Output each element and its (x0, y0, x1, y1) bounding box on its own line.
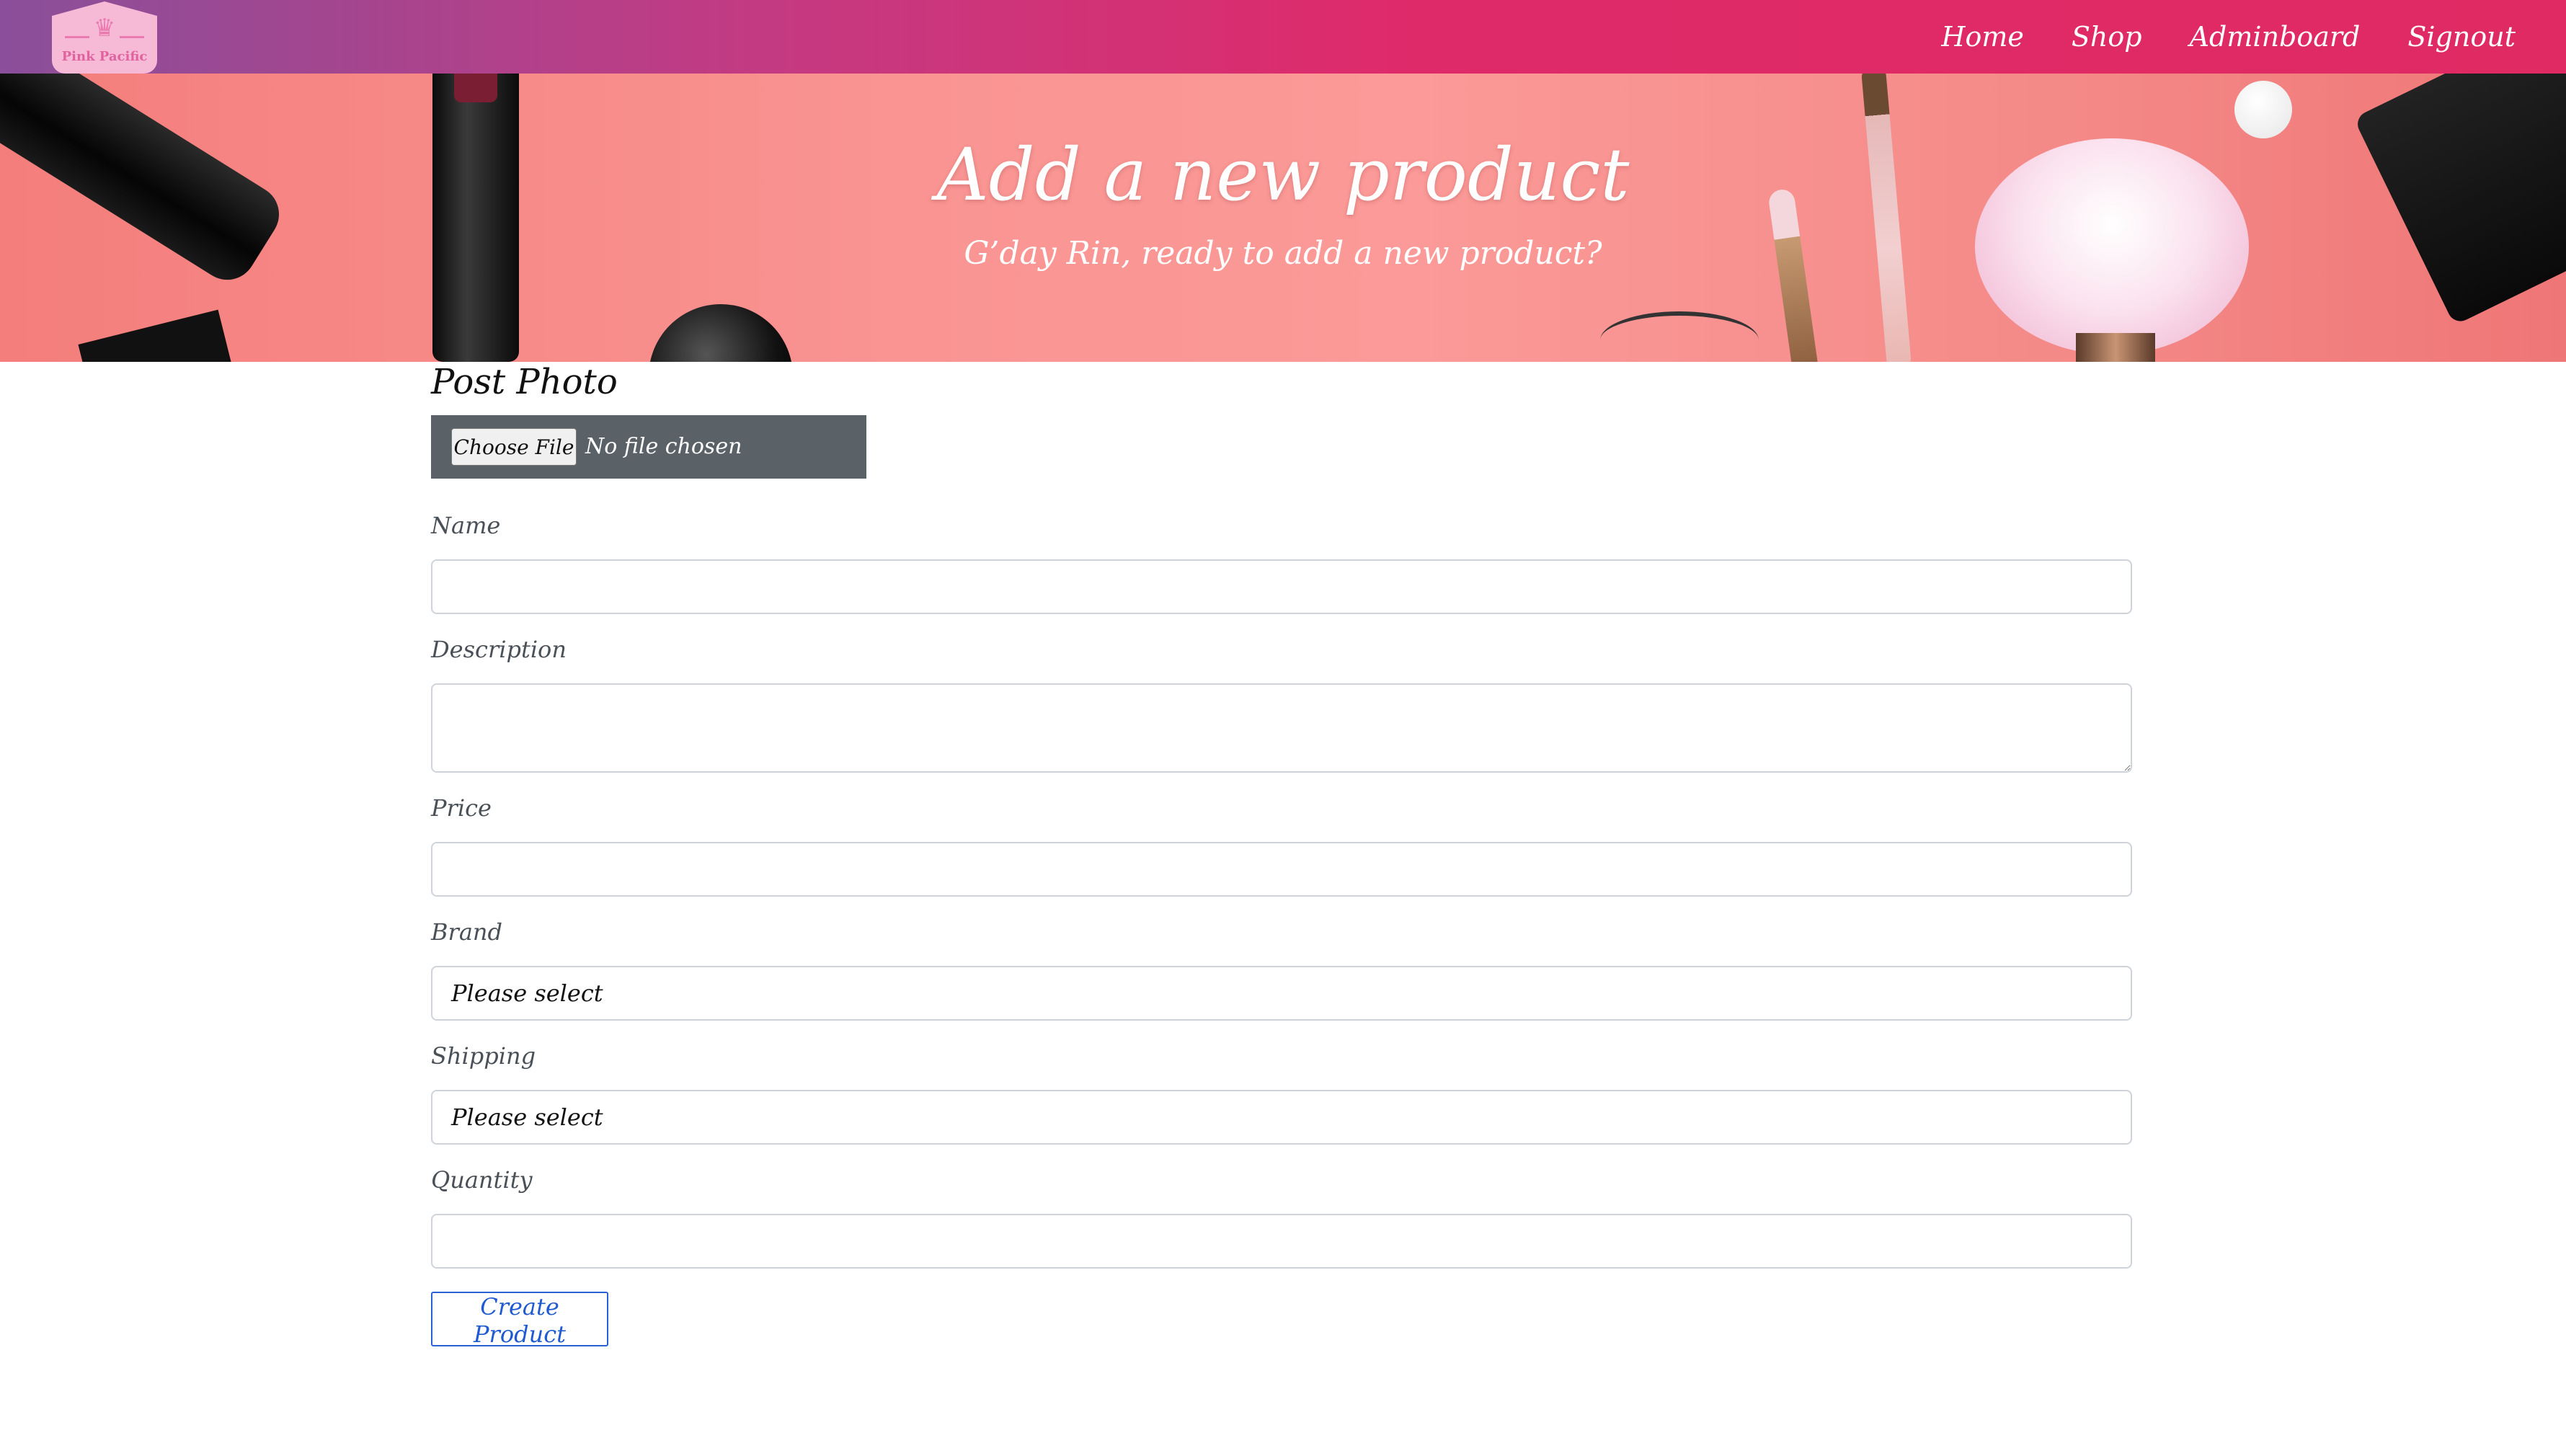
nav-link-adminboard[interactable]: Adminboard (2190, 21, 2361, 53)
brand-label: Brand (431, 918, 502, 946)
hero-banner: Add a new product G’day Rin, ready to ad… (0, 74, 2566, 362)
choose-file-button[interactable]: Choose File (451, 428, 577, 466)
page-subtitle: G’day Rin, ready to add a new product? (964, 235, 1602, 272)
lipstick-tube-image (432, 74, 519, 362)
brand-select[interactable]: Please select (431, 966, 2132, 1021)
navbar: ♛ Pink Pacific Home Shop Adminboard Sign… (0, 0, 2566, 74)
eyelash-image (1600, 311, 1759, 362)
shipping-select-value: Please select (451, 1104, 603, 1131)
crown-icon: ♛ (93, 14, 116, 43)
quantity-label: Quantity (431, 1166, 533, 1194)
sponge-applicator-image (2234, 81, 2292, 138)
create-product-button[interactable]: Create Product (431, 1292, 608, 1348)
compact-image (78, 309, 239, 362)
post-photo-heading: Post Photo (431, 362, 618, 402)
description-label: Description (431, 636, 567, 663)
shipping-select[interactable]: Please select (431, 1090, 2132, 1145)
description-textarea[interactable] (431, 683, 2132, 773)
shipping-label: Shipping (431, 1042, 536, 1070)
brand-select-value: Please select (451, 980, 603, 1007)
nav-link-home[interactable]: Home (1941, 21, 2024, 53)
logo-dash-left (65, 36, 89, 38)
price-label: Price (431, 794, 492, 822)
quantity-input[interactable] (431, 1214, 2132, 1269)
brand-logo[interactable]: ♛ Pink Pacific (52, 1, 157, 74)
file-status-text: No file chosen (585, 434, 742, 459)
logo-dash-right (120, 36, 144, 38)
nav-link-signout[interactable]: Signout (2407, 21, 2516, 53)
nav-menu: Home Shop Adminboard Signout (1941, 0, 2516, 74)
name-input[interactable] (431, 559, 2132, 614)
powder-brush-handle-image (2076, 333, 2155, 362)
crystal-brush-image (1860, 74, 1912, 362)
lipstick-bullet-image (454, 74, 497, 102)
logo-text: Pink Pacific (61, 49, 148, 64)
photo-file-input[interactable]: Choose File No file chosen (431, 415, 866, 479)
nav-link-shop[interactable]: Shop (2072, 21, 2142, 53)
price-input[interactable] (431, 842, 2132, 897)
name-label: Name (431, 512, 501, 539)
cap-image (649, 304, 793, 362)
page-title: Add a new product (936, 133, 1630, 217)
